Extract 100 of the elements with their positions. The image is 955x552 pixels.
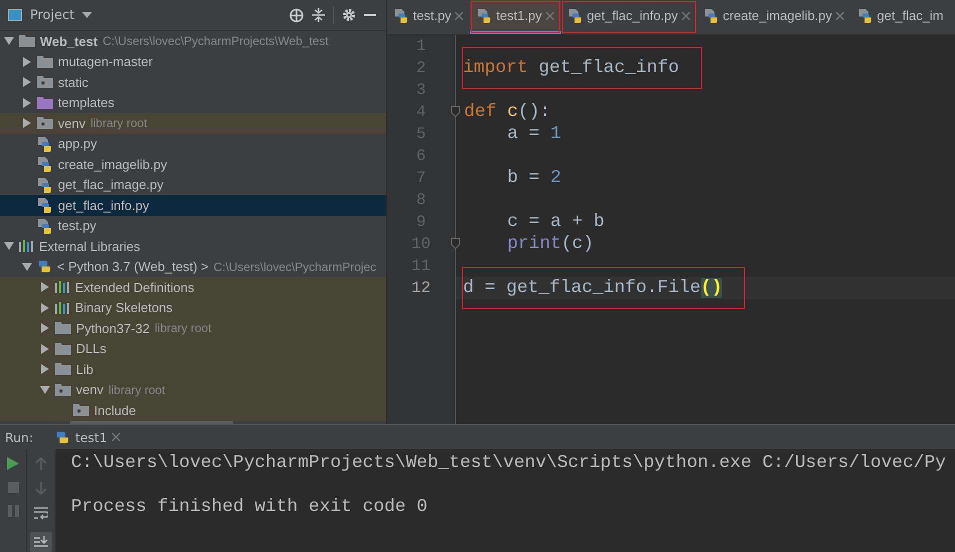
code-line: a = 1 <box>506 123 562 145</box>
project-title[interactable]: Project <box>30 8 74 22</box>
collapse-icon[interactable] <box>312 8 325 22</box>
locate-icon[interactable] <box>289 8 304 22</box>
tree-label: Include <box>94 402 136 418</box>
tree-row[interactable]: venv library root <box>0 380 386 400</box>
close-icon[interactable] <box>682 12 690 20</box>
expand-arrow-icon[interactable] <box>22 98 32 108</box>
console-output: Process finished with exit code 0 <box>71 497 428 517</box>
tree-row[interactable]: Binary Skeletons <box>0 298 386 318</box>
expand-arrow-icon[interactable] <box>4 241 14 252</box>
file-tab[interactable]: test1.py <box>470 0 561 34</box>
tree-row[interactable]: app.py <box>0 134 386 154</box>
expand-arrow-icon[interactable] <box>22 118 32 128</box>
folder-icon <box>55 363 71 376</box>
tree-row[interactable]: static <box>0 72 386 92</box>
settings-icon[interactable] <box>342 8 356 22</box>
tree-hint: library root <box>90 116 148 130</box>
run-icon[interactable] <box>7 457 19 470</box>
file-tab[interactable]: get_flac_info.py <box>560 0 697 34</box>
expand-arrow-icon[interactable] <box>40 364 50 374</box>
tree-label: Binary Skeletons <box>75 300 173 316</box>
tree-row[interactable]: Lib <box>0 359 386 380</box>
wrap-icon[interactable] <box>34 507 48 520</box>
tree-label: Python37-32 <box>76 320 150 336</box>
folder-icon <box>55 322 71 334</box>
tree-label: Lib <box>76 362 94 377</box>
python-file-icon <box>394 8 409 23</box>
panel-icon <box>8 9 22 21</box>
tree-row[interactable]: < Python 3.7 (Web_test) > C:\Users\lovec\PycharmProjec <box>0 256 386 277</box>
tree-label: get_flac_image.py <box>58 177 164 192</box>
tree-hint: C:\Users\lovec\PycharmProjec <box>214 260 376 274</box>
tree-label: get_flac_info.py <box>58 198 150 213</box>
expand-arrow-icon[interactable] <box>4 36 14 46</box>
close-icon[interactable] <box>112 433 120 441</box>
expand-arrow-icon[interactable] <box>40 344 50 354</box>
run-label: Run: <box>5 430 34 444</box>
tree-row[interactable]: get_flac_image.py <box>0 174 386 195</box>
tree-label: venv <box>76 382 104 398</box>
tree-label: app.py <box>58 136 98 152</box>
python-file-icon <box>37 176 53 193</box>
python-file-icon <box>37 156 53 172</box>
file-tab[interactable]: test.py <box>387 0 470 34</box>
file-tab[interactable]: get_flac_im <box>851 0 951 34</box>
tree-row[interactable]: create_imagelib.py <box>0 154 386 174</box>
folder-icon <box>73 404 89 416</box>
tree-row[interactable]: Python37-32 library root <box>0 318 386 338</box>
tree-label: External Libraries <box>39 238 140 254</box>
folder-icon <box>37 117 53 130</box>
fold-marker-icon[interactable] <box>451 238 460 249</box>
line-number: 12 <box>411 279 431 297</box>
tree-label: mutagen-master <box>58 54 153 70</box>
library-icon <box>19 240 34 252</box>
python-file-icon <box>37 136 53 152</box>
tree-label: create_imagelib.py <box>58 156 168 172</box>
tree-row[interactable]: Web_test C:\Users\lovec\PycharmProjects\Web_test <box>0 31 386 52</box>
expand-arrow-icon[interactable] <box>22 77 32 88</box>
tree-label: test.py <box>58 218 96 234</box>
tree-label: DLLs <box>76 341 106 356</box>
expand-arrow-icon[interactable] <box>40 323 50 334</box>
library-icon <box>55 302 70 314</box>
tree-row[interactable]: templates <box>0 92 386 113</box>
tree-row[interactable]: Extended Definitions <box>0 277 386 298</box>
folder-icon <box>37 76 53 88</box>
tree-label: venv <box>58 116 86 131</box>
close-icon[interactable] <box>836 12 844 20</box>
tree-row[interactable]: mutagen-master <box>0 52 386 72</box>
expand-arrow-icon[interactable] <box>40 302 50 313</box>
tree-row[interactable]: External Libraries <box>0 236 386 256</box>
scroll-to-end-icon[interactable] <box>30 532 52 552</box>
expand-arrow-icon[interactable] <box>40 384 50 395</box>
python-file-icon <box>477 8 492 23</box>
folder-icon <box>55 342 71 355</box>
python-icon <box>37 259 52 274</box>
tree-row[interactable]: get_flac_info.py <box>0 195 386 216</box>
file-tab[interactable]: create_imagelib.py <box>696 0 852 34</box>
tree-hint: C:\Users\lovec\PycharmProjects\Web_test <box>102 34 328 48</box>
folder-icon <box>37 96 53 109</box>
expand-arrow-icon[interactable] <box>40 282 50 292</box>
tree-row[interactable]: test.py <box>0 216 386 236</box>
folder-icon <box>19 35 35 48</box>
python-icon <box>55 430 70 444</box>
tree-hint: library root <box>154 321 212 336</box>
tree-label: static <box>58 74 88 90</box>
code-line: def c(): <box>464 101 550 123</box>
code-line: c = a + b <box>506 211 604 233</box>
fold-marker-icon[interactable] <box>451 106 460 117</box>
tree-label: < Python 3.7 (Web_test) > <box>57 259 209 274</box>
close-icon[interactable] <box>546 12 554 20</box>
expand-arrow-icon[interactable] <box>22 56 32 67</box>
close-icon[interactable] <box>455 12 464 20</box>
tree-label: Web_test <box>40 34 98 49</box>
dropdown-caret-icon[interactable] <box>82 12 92 18</box>
expand-arrow-icon[interactable] <box>22 262 32 272</box>
tree-row[interactable]: venv library root <box>0 113 386 134</box>
library-icon <box>55 281 70 294</box>
tree-row[interactable]: DLLs <box>0 338 386 359</box>
tree-row[interactable]: Include <box>0 400 386 420</box>
python-file-icon <box>568 8 583 23</box>
python-file-icon <box>858 8 874 23</box>
